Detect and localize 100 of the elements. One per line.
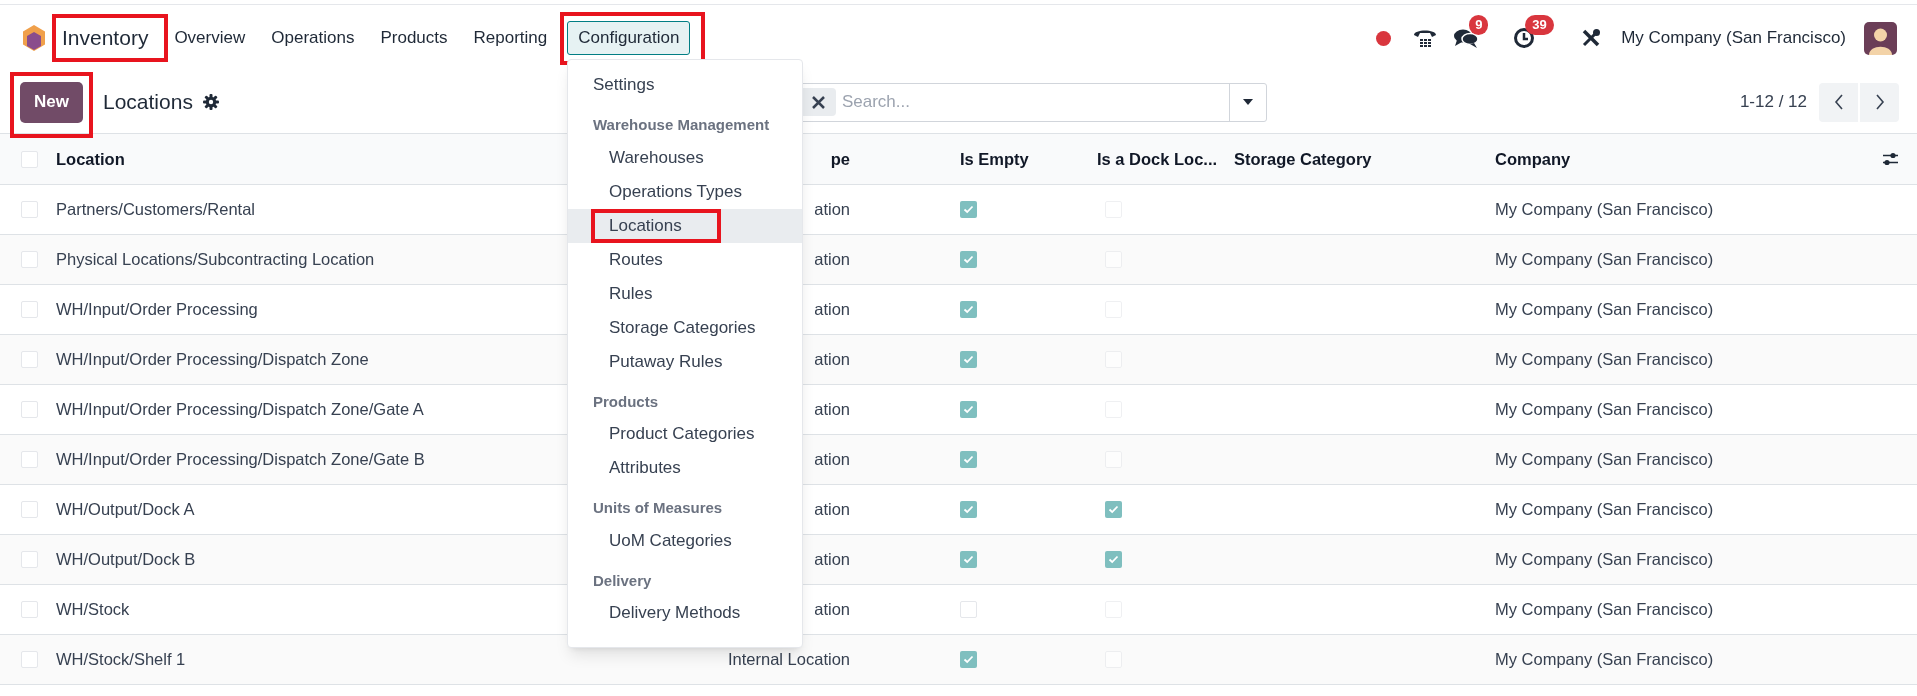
checkbox[interactable] (21, 150, 38, 168)
checkbox[interactable] (21, 451, 38, 468)
check-icon (1108, 505, 1119, 514)
check-icon (963, 205, 974, 214)
avatar-icon[interactable] (1864, 21, 1897, 55)
table-cell: My Company (San Francisco) (1495, 600, 1714, 619)
table-cell: WH/Stock (56, 600, 130, 619)
table-cell: My Company (San Francisco) (1495, 650, 1714, 669)
checkbox[interactable] (960, 401, 977, 418)
search-input[interactable]: Search... (841, 89, 1229, 115)
table-cell: My Company (San Francisco) (1495, 200, 1714, 219)
menu-item[interactable]: Warehouses (568, 140, 802, 175)
column-header[interactable]: Storage Category (1234, 149, 1372, 168)
table-cell: ation (814, 600, 850, 619)
check-icon (963, 305, 974, 314)
table-cell: ation (814, 400, 850, 419)
table-cell: My Company (San Francisco) (1495, 400, 1714, 419)
column-header[interactable]: Is a Dock Loc... (1097, 149, 1218, 168)
table-cell: My Company (San Francisco) (1495, 350, 1714, 369)
checkbox[interactable] (960, 351, 977, 368)
checkbox[interactable] (21, 551, 38, 568)
menu-item[interactable]: Product Categories (568, 417, 802, 451)
checkbox[interactable] (21, 601, 38, 618)
page-title: Locations (103, 89, 193, 116)
chevron-left-icon (1833, 94, 1844, 110)
table-cell: WH/Input/Order Processing/Dispatch Zone/Gate B (56, 450, 425, 469)
column-header[interactable]: Company (1495, 149, 1571, 168)
checkbox[interactable] (21, 201, 38, 218)
column-header[interactable]: Location (56, 149, 125, 168)
menu-item[interactable]: Putaway Rules (568, 344, 802, 379)
menu-section-header: Delivery (592, 570, 653, 591)
tools-icon[interactable] (1581, 28, 1602, 48)
column-header[interactable]: pe (830, 149, 850, 168)
app-logo-icon[interactable] (22, 24, 46, 52)
column-header[interactable]: Is Empty (960, 149, 1029, 168)
clock-icon[interactable] (1513, 27, 1536, 49)
table-cell: ation (814, 200, 850, 219)
nav-tab[interactable]: Configuration (567, 21, 691, 55)
table-cell: WH/Output/Dock A (56, 500, 195, 519)
checkbox[interactable] (960, 251, 977, 268)
menu-item[interactable]: UoM Categories (568, 523, 802, 558)
table-cell: My Company (San Francisco) (1495, 250, 1714, 269)
nav-tab[interactable]: Overview (168, 21, 252, 55)
checkbox[interactable] (960, 651, 977, 668)
menu-item[interactable]: Delivery Methods (568, 596, 802, 630)
activity-count-badge: 39 (1525, 15, 1554, 35)
previous-button[interactable] (1819, 82, 1858, 122)
checkbox[interactable] (960, 551, 977, 568)
menu-item[interactable]: Storage Categories (568, 310, 802, 345)
pager-value: 1-12 / 12 (1739, 91, 1807, 114)
new-button[interactable]: New (20, 81, 83, 123)
checkbox[interactable] (960, 301, 977, 318)
chat-icon[interactable] (1453, 27, 1480, 49)
check-icon (1108, 555, 1119, 564)
settings-icon[interactable] (202, 94, 219, 110)
table-cell: ation (814, 300, 850, 319)
checkbox[interactable] (21, 301, 38, 318)
table-cell: Internal Location (728, 650, 850, 669)
column-settings-icon[interactable] (1882, 151, 1899, 167)
checkbox[interactable] (21, 251, 38, 268)
checkbox[interactable] (1105, 551, 1122, 568)
checkbox[interactable] (960, 201, 977, 218)
checkbox[interactable] (960, 601, 977, 618)
check-icon (963, 655, 974, 664)
checkbox[interactable] (1105, 501, 1122, 518)
nav-tab[interactable]: Products (374, 21, 454, 55)
checkbox[interactable] (21, 651, 38, 668)
checkbox[interactable] (21, 501, 38, 518)
table-cell: My Company (San Francisco) (1495, 450, 1714, 469)
table-cell: My Company (San Francisco) (1495, 300, 1714, 319)
table-cell: WH/Stock/Shelf 1 (56, 650, 186, 669)
table-cell: My Company (San Francisco) (1495, 500, 1714, 519)
table-cell: Physical Locations/Subcontracting Location (56, 250, 375, 269)
check-icon (963, 255, 974, 264)
table-cell: WH/Output/Dock B (56, 550, 196, 569)
menu-section-header: Products (592, 391, 659, 412)
menu-item[interactable]: Attributes (568, 451, 802, 485)
check-icon (963, 505, 974, 514)
check-icon (963, 455, 974, 464)
app-name[interactable]: Inventory (62, 26, 149, 50)
checkbox[interactable] (21, 401, 38, 418)
menu-section-header: Units of Measures (592, 498, 724, 518)
table-cell: Partners/Customers/Rental (56, 200, 255, 219)
checkbox[interactable] (960, 451, 977, 468)
menu-item[interactable]: Routes (568, 242, 802, 277)
nav-tab[interactable]: Operations (265, 21, 361, 55)
table-cell: WH/Input/Order Processing/Dispatch Zone (56, 350, 369, 369)
menu-item[interactable]: Operations Types (568, 174, 802, 209)
table-cell: WH/Input/Order Processing (56, 300, 258, 319)
menu-item[interactable]: Rules (568, 276, 802, 311)
next-button[interactable] (1860, 82, 1899, 122)
table-cell: WH/Input/Order Processing/Dispatch Zone/Gate A (56, 400, 424, 419)
search-facet[interactable] (801, 88, 836, 116)
table-cell: My Company (San Francisco) (1495, 550, 1714, 569)
nav-tab[interactable]: Reporting (467, 21, 554, 55)
close-icon[interactable] (812, 95, 826, 109)
checkbox[interactable] (21, 351, 38, 368)
checkbox[interactable] (960, 501, 977, 518)
company-switcher[interactable]: My Company (San Francisco) (1621, 25, 1846, 51)
table-cell: ation (814, 350, 850, 369)
